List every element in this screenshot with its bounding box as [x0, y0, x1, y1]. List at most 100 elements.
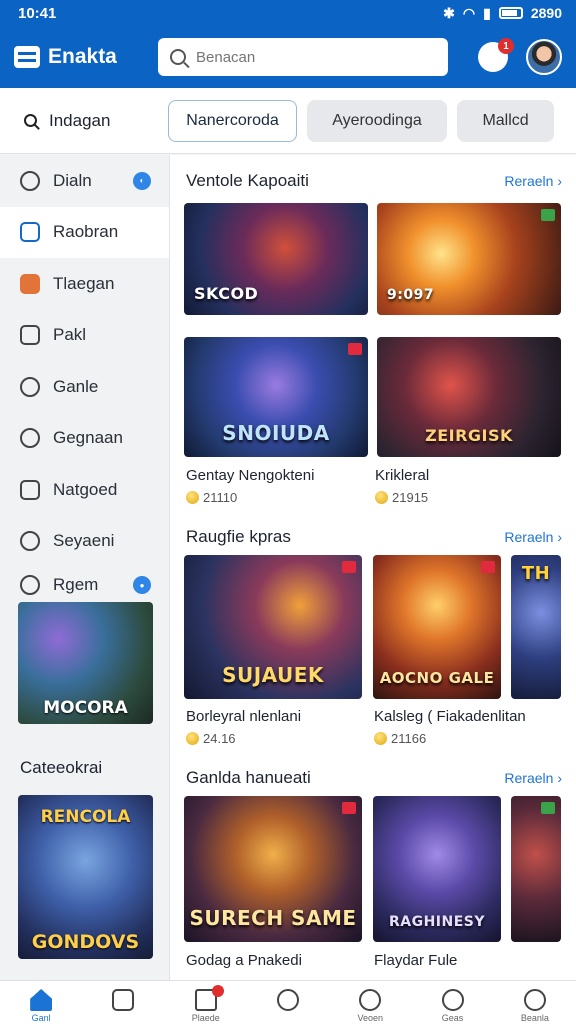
game-title: Gentay Nengokteni: [186, 467, 315, 484]
category-card-title: RENCOLA: [40, 807, 131, 827]
avatar[interactable]: [526, 39, 562, 75]
nav-explore[interactable]: [247, 981, 329, 1024]
sidebar-item-pakl[interactable]: Pakl: [0, 310, 169, 362]
platform-chip-icon: [342, 561, 356, 573]
see-more-link[interactable]: Reraeln ›: [504, 529, 562, 545]
sidebar-item-seyaeni[interactable]: Seyaeni: [0, 516, 169, 568]
nav-label: Veoen: [357, 1013, 384, 1023]
sidebar-item-ganle[interactable]: Ganle: [0, 361, 169, 413]
sidebar-item-natgoed[interactable]: Natgoed: [0, 464, 169, 516]
coin-icon: [375, 491, 388, 504]
search-bar[interactable]: [158, 38, 448, 76]
game-card[interactable]: SURECH SAME: [184, 796, 362, 942]
status-bar: 10:41 ✱ ◠ ▮ 2890: [0, 0, 576, 26]
game-logo: RAGHINESY: [388, 914, 486, 930]
game-info: Godag a Pnakedi: [186, 952, 302, 969]
explore-icon: [276, 989, 299, 1011]
category-card-subtitle: GONDOVS: [31, 931, 140, 953]
game-card[interactable]: AOCNO GALE: [373, 555, 501, 699]
game-price: 21166: [374, 731, 526, 746]
shop-icon: [20, 273, 40, 294]
game-logo: 9:097: [387, 287, 435, 303]
filter-bar: Indagan Nanercoroda Ayeroodinga Mallcd: [0, 88, 576, 154]
signal-icon: ▮: [483, 4, 491, 21]
profile-icon: [523, 989, 546, 1011]
nav-profile[interactable]: Beanla: [494, 981, 576, 1024]
tab-mallcd[interactable]: Mallcd: [457, 99, 554, 142]
header-actions: 1: [478, 38, 562, 75]
game-logo: SURECH SAME: [189, 906, 357, 930]
search-icon: [441, 989, 464, 1011]
bottom-nav: Ganl Plaede Veoen Geas Beanla: [0, 980, 576, 1024]
categories-title: Cateeokrai: [20, 758, 103, 777]
game-price: 21915: [375, 490, 429, 505]
game-card[interactable]: ZEIRGISK: [377, 337, 561, 457]
category-card[interactable]: RENCOLA GONDOVS: [18, 795, 153, 959]
search-input[interactable]: [196, 48, 426, 66]
platform-chip-icon: [541, 209, 555, 221]
app-bar: Enakta 1: [0, 26, 576, 88]
nav-label: Beanla: [520, 1013, 549, 1023]
clock-icon: [359, 989, 382, 1011]
sidebar-item-gegnaan[interactable]: Gegnaan: [0, 413, 169, 465]
sidebar-indicator-icon: ●: [133, 576, 151, 594]
platform-chip-icon: [541, 802, 555, 814]
game-icon: [20, 376, 40, 397]
game-logo: TH: [521, 563, 551, 584]
bluetooth-icon: ✱: [443, 4, 455, 21]
globe-icon: [20, 428, 40, 449]
nav-home[interactable]: Ganl: [0, 981, 82, 1024]
coin-icon: [374, 732, 387, 745]
section-title: Ganlda hanueati: [186, 768, 311, 787]
calendar-icon: [20, 325, 40, 346]
status-time: 10:41: [18, 4, 57, 22]
sidebar-promo-card[interactable]: MOCORA: [18, 602, 153, 724]
controller-icon: [20, 170, 40, 191]
game-card[interactable]: RAGHINESY: [373, 796, 501, 942]
game-card[interactable]: SUJAUEK: [184, 555, 362, 699]
document-icon: [20, 479, 40, 500]
game-info: Krikleral 21915: [375, 467, 429, 505]
nav-label: Ganl: [31, 1013, 51, 1023]
game-title: Flaydar Fule: [374, 952, 458, 969]
game-logo: AOCNO GALE: [379, 669, 495, 687]
battery-value: 2890: [530, 5, 562, 21]
filter-label: Indagan: [49, 110, 111, 130]
game-card[interactable]: 9:097: [377, 203, 561, 315]
tab-ayeroodinga[interactable]: Ayeroodinga: [306, 99, 448, 142]
game-price: 24.16: [186, 731, 301, 746]
sidebar-item-tlaegan[interactable]: Tlaegan: [0, 258, 169, 310]
see-more-link[interactable]: Reraeln ›: [504, 770, 562, 786]
nav-history[interactable]: Veoen: [329, 981, 411, 1024]
sidebar-item-label: Natgoed: [53, 479, 118, 499]
game-card[interactable]: SNOIUDA: [184, 337, 368, 457]
sidebar-item-raobran[interactable]: Raobran: [0, 206, 169, 258]
chat-icon: [112, 989, 135, 1011]
sidebar-item-dialn[interactable]: Dialn ◐: [0, 155, 169, 207]
nav-chat[interactable]: [82, 981, 164, 1024]
coin-icon: [186, 732, 199, 745]
app-name: Enakta: [48, 45, 117, 68]
wifi-icon: ◠: [462, 4, 476, 21]
nav-label: Geas: [441, 1013, 464, 1023]
search-icon: [24, 114, 37, 127]
search-icon: [170, 49, 186, 65]
tab-nanercoroda[interactable]: Nanercoroda: [168, 99, 297, 142]
filter-search[interactable]: Indagan: [24, 111, 168, 131]
game-artwork: [511, 796, 561, 942]
see-more-link[interactable]: Reraeln ›: [504, 173, 562, 189]
home-icon: [30, 989, 53, 1011]
game-card[interactable]: [511, 796, 561, 942]
coin-icon: [186, 491, 199, 504]
game-info: Borleyral nlenlani 24.16: [186, 708, 301, 746]
app-logo[interactable]: Enakta: [14, 45, 158, 69]
nav-inbox[interactable]: Plaede: [165, 981, 247, 1024]
sidebar-item-rgem[interactable]: Rgem ●: [0, 567, 169, 603]
game-card[interactable]: TH: [511, 555, 561, 699]
game-info: Flaydar Fule: [374, 952, 457, 969]
nav-search[interactable]: Geas: [411, 981, 493, 1024]
game-card[interactable]: SKCOD: [184, 203, 368, 315]
battery-icon: [498, 7, 523, 19]
chat-button[interactable]: 1: [478, 38, 514, 72]
main-content: Ventole Kapoaiti Reraeln › SKCOD 9:097 S…: [170, 155, 576, 980]
